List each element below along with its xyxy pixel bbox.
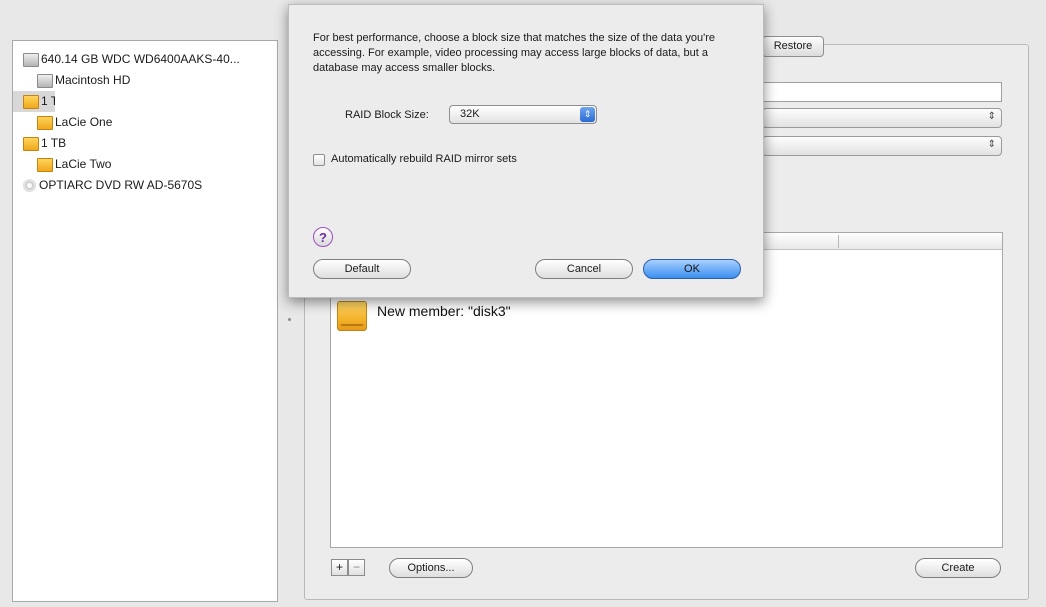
popup-arrows-icon: ⇕ bbox=[987, 139, 996, 150]
external-disk-icon bbox=[23, 137, 39, 151]
sheet-description: For best performance, choose a block siz… bbox=[313, 32, 715, 74]
member-label: New member: "disk3" bbox=[377, 303, 511, 319]
sidebar-item-1tb-first[interactable]: 1 TB bbox=[13, 91, 55, 112]
block-size-value: 32K bbox=[460, 108, 480, 120]
external-disk-icon bbox=[337, 301, 367, 331]
splitter-handle[interactable] bbox=[288, 318, 291, 321]
sidebar-item-macintosh-hd[interactable]: Macintosh HD bbox=[13, 70, 277, 91]
help-icon[interactable]: ? bbox=[313, 227, 333, 247]
disk-sidebar[interactable]: 640.14 GB WDC WD6400AAKS-40... Macintosh… bbox=[12, 40, 278, 602]
create-button[interactable]: Create bbox=[915, 558, 1001, 578]
sidebar-item-1tb-second[interactable]: 1 TB bbox=[13, 133, 277, 154]
default-button[interactable]: Default bbox=[313, 259, 411, 279]
tab-restore[interactable]: Restore bbox=[762, 36, 824, 57]
external-disk-icon bbox=[37, 116, 53, 130]
sidebar-item-label: 1 TB bbox=[41, 94, 55, 108]
popup-arrows-icon: ⇕ bbox=[987, 111, 996, 122]
sidebar-item-label: LaCie One bbox=[55, 115, 113, 129]
dvd-drive-icon bbox=[23, 179, 36, 192]
sidebar-item-label: Macintosh HD bbox=[55, 73, 131, 87]
column-divider[interactable] bbox=[838, 235, 839, 248]
block-size-popup[interactable]: 32K ⇕ bbox=[449, 105, 597, 124]
sidebar-item-label: OPTIARC DVD RW AD-5670S bbox=[39, 178, 203, 192]
ok-button[interactable]: OK bbox=[643, 259, 741, 279]
raid-set-name-field[interactable] bbox=[762, 82, 1002, 102]
sidebar-item-wdc-disk[interactable]: 640.14 GB WDC WD6400AAKS-40... bbox=[13, 49, 277, 70]
list-item[interactable]: New member: "disk3" bbox=[337, 299, 1002, 335]
rebuild-mirror-checkbox[interactable] bbox=[313, 154, 325, 166]
sidebar-item-dvd-drive[interactable]: OPTIARC DVD RW AD-5670S bbox=[13, 175, 277, 196]
remove-member-button[interactable]: − bbox=[348, 559, 365, 576]
rebuild-mirror-label: Automatically rebuild RAID mirror sets bbox=[331, 153, 517, 165]
options-button[interactable]: Options... bbox=[389, 558, 473, 578]
sidebar-item-label: 640.14 GB WDC WD6400AAKS-40... bbox=[41, 52, 240, 66]
hard-disk-icon bbox=[23, 53, 39, 67]
popup-arrows-icon: ⇕ bbox=[580, 107, 595, 122]
external-disk-icon bbox=[37, 158, 53, 172]
raid-options-sheet: For best performance, choose a block siz… bbox=[288, 4, 764, 298]
raid-format-popup[interactable]: ⇕ bbox=[762, 108, 1002, 128]
raid-type-popup[interactable]: ⇕ bbox=[762, 136, 1002, 156]
sidebar-item-label: 1 TB bbox=[41, 136, 67, 150]
hard-disk-icon bbox=[37, 74, 53, 88]
cancel-button[interactable]: Cancel bbox=[535, 259, 633, 279]
sidebar-item-lacie-two[interactable]: LaCie Two bbox=[13, 154, 277, 175]
sidebar-item-label: LaCie Two bbox=[55, 157, 112, 171]
external-disk-icon bbox=[23, 95, 39, 109]
sidebar-item-lacie-one[interactable]: LaCie One bbox=[13, 112, 277, 133]
add-member-button[interactable]: + bbox=[331, 559, 348, 576]
block-size-label: RAID Block Size: bbox=[345, 109, 429, 121]
